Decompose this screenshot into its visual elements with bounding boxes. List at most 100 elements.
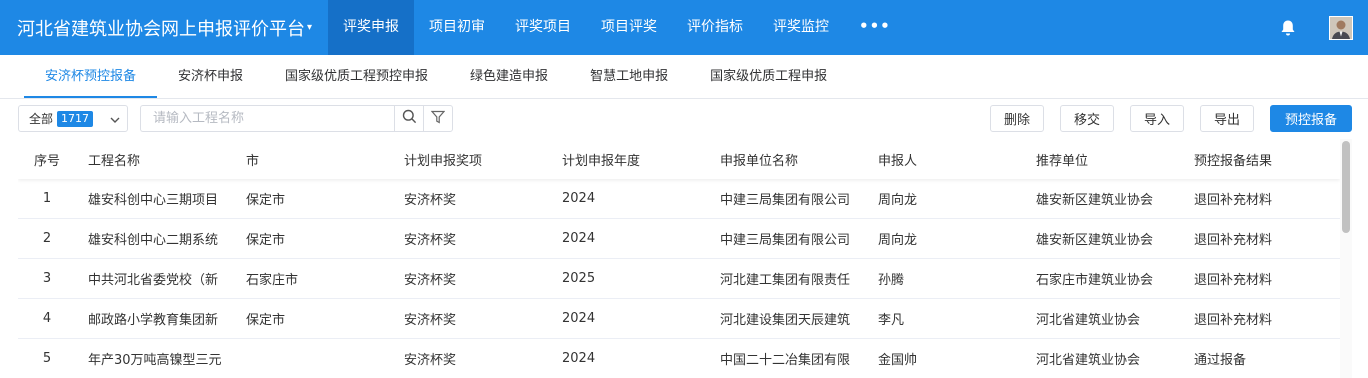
tab-anjicup-application[interactable]: 安济杯申报 [157,55,264,98]
nav-item-evaluation-indicators[interactable]: 评价指标 [672,0,758,55]
tab-national-quality-application[interactable]: 国家级优质工程申报 [689,55,848,98]
nav-item-project-evaluation[interactable]: 项目评奖 [586,0,672,55]
filter-label: 全部 [29,112,54,126]
transfer-button[interactable]: 移交 [1060,105,1114,132]
year: 2024 [562,231,596,246]
toolbar: 全部 1717 删除 移交 导入 导出 预控报备 [0,99,1368,139]
sub-tabs: 安济杯预控报备 安济杯申报 国家级优质工程预控申报 绿色建造申报 智慧工地申报 … [0,55,1368,99]
prereport-result: 退回补充材料 [1194,233,1273,248]
applicant: 周向龙 [878,193,918,208]
row-index: 4 [42,311,52,326]
table-row[interactable]: 5 年产30万吨高镍型三元 安济杯奖 2024 中国二十二冶集团有限 金国帅 河… [18,339,1340,378]
city: 保定市 [246,193,286,208]
export-button[interactable]: 导出 [1200,105,1254,132]
recommender: 雄安新区建筑业协会 [1036,193,1154,208]
company: 中建三局集团有限公司 [720,233,851,248]
import-button[interactable]: 导入 [1130,105,1184,132]
row-index: 5 [42,351,52,366]
tab-national-quality-prereport[interactable]: 国家级优质工程预控申报 [264,55,449,98]
search-icon [402,109,417,128]
company: 河北建工集团有限责任 [720,273,851,288]
table-row[interactable]: 2 雄安科创中心二期系统 保定市 安济杯奖 2024 中建三局集团有限公司 周向… [18,219,1340,259]
year: 2024 [562,311,596,326]
caret-down-icon: ▾ [307,22,313,33]
bell-icon[interactable] [1278,18,1298,38]
prereport-result: 退回补充材料 [1194,193,1273,208]
tab-smart-site[interactable]: 智慧工地申报 [569,55,689,98]
applicant: 周向龙 [878,233,918,248]
column-header[interactable]: 预控报备结果 [1182,150,1340,169]
nav-item-initial-review[interactable]: 项目初审 [414,0,500,55]
table-row[interactable]: 3 中共河北省委党校（新 石家庄市 安济杯奖 2025 河北建工集团有限责任 孙… [18,259,1340,299]
main-nav: 评奖申报 项目初审 评奖项目 项目评奖 评价指标 评奖监控 ••• [328,0,906,55]
company: 中建三局集团有限公司 [720,193,851,208]
recommender: 雄安新区建筑业协会 [1036,233,1154,248]
avatar[interactable] [1329,15,1353,40]
award: 安济杯奖 [404,233,457,248]
more-menu-icon[interactable]: ••• [844,0,906,55]
nav-item-award-monitoring[interactable]: 评奖监控 [758,0,844,55]
prereport-button[interactable]: 预控报备 [1270,105,1352,132]
column-header[interactable]: 申报人 [866,150,1024,169]
column-header[interactable]: 计划申报年度 [550,150,708,169]
table-header: 序号 工程名称 市 计划申报奖项 计划申报年度 申报单位名称 申报人 推荐单位 … [18,139,1340,179]
platform-title: 河北省建筑业协会网上申报评价平台 [17,18,305,40]
project-name-search [140,105,394,132]
column-header[interactable]: 市 [234,150,392,169]
nav-item-award-application[interactable]: 评奖申报 [328,0,414,55]
prereport-result: 通过报备 [1194,353,1247,368]
count-badge: 1717 [57,110,94,127]
nav-item-award-projects[interactable]: 评奖项目 [500,0,586,55]
table-row[interactable]: 1 雄安科创中心三期项目 保定市 安济杯奖 2024 中建三局集团有限公司 周向… [18,179,1340,219]
prereport-result: 退回补充材料 [1194,273,1273,288]
project-table: 序号 工程名称 市 计划申报奖项 计划申报年度 申报单位名称 申报人 推荐单位 … [18,139,1340,378]
scroll-thumb[interactable] [1342,141,1350,233]
applicant: 李凡 [878,313,905,328]
tab-anjicup-prereport[interactable]: 安济杯预控报备 [24,55,158,98]
award: 安济杯奖 [404,313,457,328]
row-index: 1 [42,191,52,206]
recommender: 河北省建筑业协会 [1036,313,1141,328]
applicant: 孙腾 [878,273,905,288]
tab-green-construction[interactable]: 绿色建造申报 [449,55,569,98]
award: 安济杯奖 [404,193,457,208]
delete-button[interactable]: 删除 [990,105,1044,132]
project-name: 中共河北省委党校（新 [88,273,219,288]
city: 石家庄市 [246,273,299,288]
platform-switcher[interactable]: 河北省建筑业协会网上申报评价平台 ▾ [0,0,328,55]
filter-icon [430,109,446,128]
city: 保定市 [246,313,286,328]
table-row[interactable]: 4 邮政路小学教育集团新 保定市 安济杯奖 2024 河北建设集团天辰建筑 李凡… [18,299,1340,339]
top-navbar: 河北省建筑业协会网上申报评价平台 ▾ 评奖申报 项目初审 评奖项目 项目评奖 评… [0,0,1368,55]
prereport-result: 退回补充材料 [1194,313,1273,328]
year: 2025 [562,271,596,286]
year: 2024 [562,191,596,206]
project-name: 雄安科创中心三期项目 [88,193,219,208]
status-filter-select[interactable]: 全部 1717 [18,105,128,132]
project-name: 雄安科创中心二期系统 [88,233,219,248]
company: 中国二十二冶集团有限 [720,353,851,368]
row-index: 2 [42,231,52,246]
column-header[interactable]: 申报单位名称 [708,150,866,169]
advanced-filter-button[interactable] [423,105,453,132]
column-header[interactable]: 工程名称 [76,150,234,169]
project-name: 邮政路小学教育集团新 [88,313,219,328]
column-header[interactable]: 序号 [18,150,76,169]
chevron-down-icon [110,114,120,124]
table-scrollbar[interactable] [1340,139,1352,378]
city: 保定市 [246,233,286,248]
recommender: 石家庄市建筑业协会 [1036,273,1154,288]
header-actions [1278,0,1368,55]
search-button[interactable] [394,105,424,132]
row-index: 3 [42,271,52,286]
column-header[interactable]: 推荐单位 [1024,150,1182,169]
award: 安济杯奖 [404,273,457,288]
search-input[interactable] [153,106,394,131]
award: 安济杯奖 [404,353,457,368]
year: 2024 [562,351,596,366]
column-header[interactable]: 计划申报奖项 [392,150,550,169]
recommender: 河北省建筑业协会 [1036,353,1141,368]
applicant: 金国帅 [878,353,918,368]
project-name: 年产30万吨高镍型三元 [88,353,222,368]
company: 河北建设集团天辰建筑 [720,313,851,328]
